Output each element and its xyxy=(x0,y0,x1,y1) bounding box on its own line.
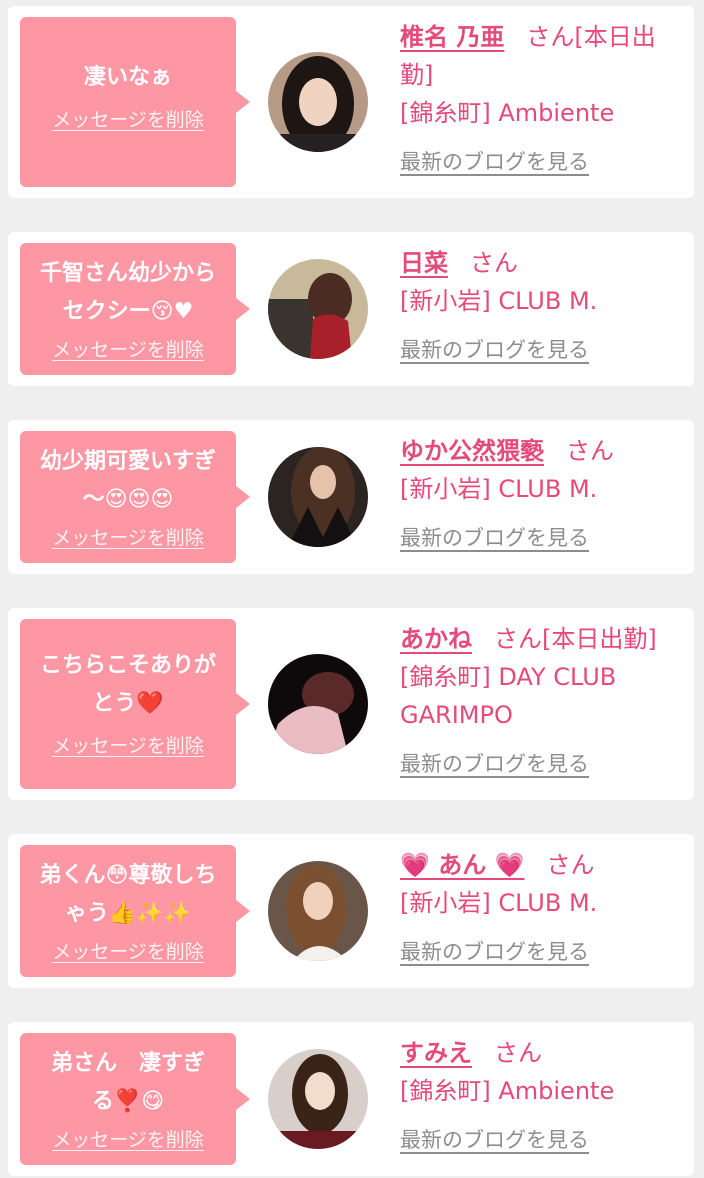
message-text: こちらこそありが とう❤️ xyxy=(39,653,216,716)
avatar-photo-icon xyxy=(268,447,368,547)
avatar[interactable] xyxy=(268,861,368,961)
latest-blog-link[interactable]: 最新のブログを見る xyxy=(400,146,589,176)
name-line: 日菜 さん xyxy=(400,244,684,282)
avatar-photo-icon xyxy=(268,1049,368,1149)
cast-info: 💗 あん 💗 さん [新小岩] CLUB M. 最新のブログを見る xyxy=(400,846,684,966)
cast-info: あかね さん[本日出勤] [錦糸町] DAY CLUB GARIMPO 最新のブロ… xyxy=(400,620,684,778)
message-text: 弟さん 凄すぎ る❣️😋 xyxy=(50,1051,205,1114)
avatar[interactable] xyxy=(268,1049,368,1149)
message-card: 千智さん幼少から セクシー😚♥ メッセージを削除 日菜 さん [新小岩] CLUB… xyxy=(8,232,694,386)
cast-name-link[interactable]: すみえ xyxy=(400,1039,472,1067)
message-text: 弟くん😳尊敬しち ゃう👍✨✨ xyxy=(39,863,217,926)
honorific-text: さん xyxy=(494,1039,542,1067)
message-text: 千智さん幼少から セクシー😚♥ xyxy=(39,261,216,324)
latest-blog-link[interactable]: 最新のブログを見る xyxy=(400,936,589,966)
message-bubble: こちらこそありが とう❤️ メッセージを削除 xyxy=(20,619,250,789)
avatar-photo-icon xyxy=(268,259,368,359)
cast-name-link[interactable]: 💗 あん 💗 xyxy=(400,851,524,879)
name-line: すみえ さん xyxy=(400,1034,684,1072)
cast-info: ゆか公然猥褻 さん [新小岩] CLUB M. 最新のブログを見る xyxy=(400,432,684,552)
message-list: 凄いなぁ メッセージを削除 椎名 乃亜 さん[本日出勤] [錦糸町] Ambien… xyxy=(0,0,704,1178)
avatar-photo-icon xyxy=(268,861,368,961)
avatar[interactable] xyxy=(268,654,368,754)
honorific-text: さん xyxy=(546,851,595,879)
avatar[interactable] xyxy=(268,447,368,547)
shop-text: [新小岩] CLUB M. xyxy=(400,889,598,917)
latest-blog-link[interactable]: 最新のブログを見る xyxy=(400,748,589,778)
message-text: 幼少期可愛いすぎ 〜😍😍😍 xyxy=(39,449,216,512)
latest-blog-link[interactable]: 最新のブログを見る xyxy=(400,522,589,552)
shop-text: [錦糸町] Ambiente xyxy=(400,99,615,127)
message-bubble: 千智さん幼少から セクシー😚♥ メッセージを削除 xyxy=(20,243,250,375)
delete-message-link[interactable]: メッセージを削除 xyxy=(52,105,204,132)
shop-text: [新小岩] CLUB M. xyxy=(400,475,598,503)
name-line: 💗 あん 💗 さん xyxy=(400,846,684,884)
delete-message-link[interactable]: メッセージを削除 xyxy=(52,1125,204,1152)
cast-info: すみえ さん [錦糸町] Ambiente 最新のブログを見る xyxy=(400,1034,684,1154)
message-card: 凄いなぁ メッセージを削除 椎名 乃亜 さん[本日出勤] [錦糸町] Ambien… xyxy=(8,6,694,198)
delete-message-link[interactable]: メッセージを削除 xyxy=(52,335,204,362)
avatar[interactable] xyxy=(268,259,368,359)
cast-name-link[interactable]: あかね xyxy=(400,625,472,653)
latest-blog-link[interactable]: 最新のブログを見る xyxy=(400,334,589,364)
message-card: 弟さん 凄すぎ る❣️😋 メッセージを削除 すみえ さん [錦糸町] Ambien… xyxy=(8,1022,694,1176)
message-bubble: 凄いなぁ メッセージを削除 xyxy=(20,17,250,187)
honorific-text: さん xyxy=(470,249,518,277)
shop-text: [錦糸町] DAY CLUB GARIMPO xyxy=(400,663,617,729)
honorific-text: さん[本日出勤] xyxy=(494,625,657,653)
shop-text: [新小岩] CLUB M. xyxy=(400,287,598,315)
name-line: ゆか公然猥褻 さん xyxy=(400,432,684,470)
delete-message-link[interactable]: メッセージを削除 xyxy=(52,523,204,550)
honorific-text: さん xyxy=(566,437,614,465)
message-card: こちらこそありが とう❤️ メッセージを削除 あかね さん[本日出勤] [錦糸町]… xyxy=(8,608,694,800)
cast-name-link[interactable]: 椎名 乃亜 xyxy=(400,23,504,51)
name-line: 椎名 乃亜 さん[本日出勤] xyxy=(400,18,684,94)
message-text: 凄いなぁ xyxy=(83,65,172,90)
message-bubble: 弟さん 凄すぎ る❣️😋 メッセージを削除 xyxy=(20,1033,250,1165)
avatar-photo-icon xyxy=(268,52,368,152)
cast-name-link[interactable]: ゆか公然猥褻 xyxy=(400,437,544,465)
cast-name-link[interactable]: 日菜 xyxy=(400,249,448,277)
message-bubble: 弟くん😳尊敬しち ゃう👍✨✨ メッセージを削除 xyxy=(20,845,250,977)
cast-info: 日菜 さん [新小岩] CLUB M. 最新のブログを見る xyxy=(400,244,684,364)
delete-message-link[interactable]: メッセージを削除 xyxy=(52,731,204,758)
message-card: 幼少期可愛いすぎ 〜😍😍😍 メッセージを削除 ゆか公然猥褻 さん [新小岩] CL… xyxy=(8,420,694,574)
message-card: 弟くん😳尊敬しち ゃう👍✨✨ メッセージを削除 💗 あん 💗 さん [新小岩] C… xyxy=(8,834,694,988)
shop-text: [錦糸町] Ambiente xyxy=(400,1077,615,1105)
cast-info: 椎名 乃亜 さん[本日出勤] [錦糸町] Ambiente 最新のブログを見る xyxy=(400,18,684,176)
avatar[interactable] xyxy=(268,52,368,152)
delete-message-link[interactable]: メッセージを削除 xyxy=(52,937,204,964)
name-line: あかね さん[本日出勤] xyxy=(400,620,684,658)
avatar-photo-icon xyxy=(268,654,368,754)
message-bubble: 幼少期可愛いすぎ 〜😍😍😍 メッセージを削除 xyxy=(20,431,250,563)
latest-blog-link[interactable]: 最新のブログを見る xyxy=(400,1124,589,1154)
